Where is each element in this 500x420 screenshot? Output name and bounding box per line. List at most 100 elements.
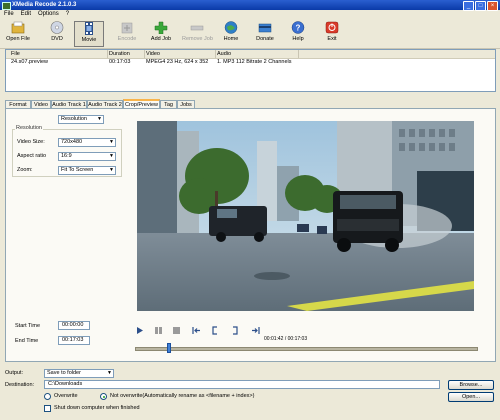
open-file-icon (11, 21, 25, 34)
app-icon (2, 2, 11, 10)
menu-help[interactable]: ? (66, 10, 69, 19)
exit-label: Exit (327, 36, 337, 42)
file-list[interactable]: File Duration Video Audio 24.s07.preview… (5, 49, 496, 92)
column-divider (107, 50, 108, 58)
row-file: 24.s07.preview (11, 59, 48, 65)
overwrite-label: Overwrite (54, 393, 78, 399)
zoom-value: Fit To Screen (61, 167, 94, 173)
menu-edit[interactable]: Edit (21, 10, 31, 19)
end-time-label: End Time (15, 338, 39, 344)
menu-options[interactable]: Options (38, 10, 59, 19)
remove-job-icon (190, 25, 204, 31)
help-icon: ? (291, 21, 305, 34)
column-divider (215, 50, 216, 58)
mark-in-icon[interactable] (210, 326, 219, 335)
open-file-button[interactable]: Open File (3, 21, 33, 47)
help-label: Help (292, 36, 304, 42)
chevron-down-icon: ▼ (107, 370, 112, 376)
output-mode-select[interactable]: Save to folder ▼ (44, 369, 114, 378)
add-job-button[interactable]: Add Job (146, 21, 176, 47)
movie-button[interactable]: Movie (74, 21, 104, 47)
destination-field[interactable]: C:\Downloads (44, 380, 440, 389)
chevron-down-icon: ▼ (109, 153, 114, 159)
table-row[interactable]: 24.s07.preview 00:17:03 MPEG4 23 Hz, 624… (6, 58, 495, 66)
encode-label: Encode (117, 36, 137, 42)
encode-button[interactable]: Encode (112, 21, 142, 47)
shutdown-label: Shut down computer when finished (54, 405, 140, 411)
home-label: Home (223, 36, 239, 42)
dvd-label: DVD (51, 36, 63, 42)
menu-file[interactable]: File (4, 10, 14, 19)
video-size-select[interactable]: 720x480 ▼ (58, 138, 116, 147)
output-label: Output: (5, 370, 24, 376)
overwrite-radio[interactable] (44, 393, 51, 400)
destination-label: Destination: (5, 382, 35, 388)
menu-bar: File Edit Options ? (0, 10, 500, 19)
goto-start-icon[interactable] (192, 326, 201, 335)
encode-icon (121, 22, 133, 34)
exit-button[interactable]: Exit (317, 21, 347, 47)
open-file-label: Open File (6, 36, 30, 42)
add-job-icon (154, 21, 168, 34)
video-size-label: Video Size: (17, 139, 45, 145)
remove-job-label: Remove Job (182, 36, 213, 42)
chevron-down-icon: ▼ (109, 139, 114, 145)
column-divider (144, 50, 145, 58)
zoom-label: Zoom: (17, 167, 33, 173)
exit-icon (325, 21, 339, 34)
chevron-down-icon: ▼ (97, 116, 102, 122)
column-video[interactable]: Video (146, 50, 160, 58)
donate-label: Donate (256, 36, 274, 42)
row-video: MPEG4 23 Hz, 624 x 352 (146, 59, 209, 65)
not-overwrite-radio[interactable] (100, 393, 107, 400)
row-audio: 1. MP3 112 Bitrate 2 Channels (217, 59, 292, 65)
not-overwrite-label: Not overwrite(Automatically rename as <f… (110, 393, 255, 399)
donate-button[interactable]: Donate (250, 21, 280, 47)
home-button[interactable]: Home (216, 21, 246, 47)
remove-job-button[interactable]: Remove Job (182, 21, 213, 47)
dvd-icon (50, 21, 64, 34)
svg-text:?: ? (296, 24, 301, 33)
output-mode-value: Save to folder (47, 370, 81, 376)
toolbar: Open File DVD Movie Encode Add Job Remov… (0, 19, 500, 49)
chevron-down-icon: ▼ (109, 167, 114, 173)
aspect-ratio-value: 16:9 (61, 153, 72, 159)
video-preview[interactable] (137, 121, 474, 311)
play-icon[interactable] (135, 326, 144, 335)
mark-out-icon[interactable] (231, 326, 240, 335)
aspect-ratio-label: Aspect ratio (17, 153, 47, 159)
end-time-field[interactable]: 00:17:03 (58, 336, 90, 345)
column-audio[interactable]: Audio (217, 50, 231, 58)
stop-icon[interactable] (172, 326, 181, 335)
video-size-value: 720x480 (61, 139, 83, 145)
start-time-label: Start Time (15, 323, 41, 329)
column-divider (298, 50, 299, 58)
seek-slider-track[interactable] (135, 347, 478, 351)
crop-mode-value: Resolution (61, 116, 87, 122)
movie-label: Movie (81, 37, 97, 43)
row-duration: 00:17:03 (109, 59, 131, 65)
goto-end-icon[interactable] (251, 326, 260, 335)
timecode-display: 00:01:42 / 00:17:03 (264, 336, 308, 342)
open-button[interactable]: Open... (448, 392, 494, 402)
aspect-ratio-select[interactable]: 16:9 ▼ (58, 152, 116, 161)
shutdown-checkbox[interactable] (44, 405, 51, 412)
movie-icon (85, 22, 93, 35)
dvd-button[interactable]: DVD (42, 21, 72, 47)
start-time-field[interactable]: 00:00:00 (58, 321, 90, 330)
zoom-select[interactable]: Fit To Screen ▼ (58, 166, 116, 175)
window-title: XMedia Recode 2.1.0.3 (12, 2, 77, 8)
resolution-group-label: Resolution (15, 125, 43, 131)
crop-mode-select[interactable]: Resolution ▼ (58, 115, 104, 124)
pause-icon[interactable] (154, 326, 163, 335)
donate-icon (258, 23, 272, 33)
help-button[interactable]: ? Help (283, 21, 313, 47)
column-duration[interactable]: Duration (109, 50, 130, 58)
title-bar: XMedia Recode 2.1.0.3 _ □ × (0, 0, 500, 11)
seek-slider-thumb[interactable] (167, 343, 172, 353)
browse-button[interactable]: Browse... (448, 380, 494, 390)
add-job-label: Add Job (150, 36, 172, 42)
home-icon (224, 21, 238, 34)
preview-frame-image (137, 121, 474, 311)
column-file[interactable]: File (11, 50, 20, 58)
